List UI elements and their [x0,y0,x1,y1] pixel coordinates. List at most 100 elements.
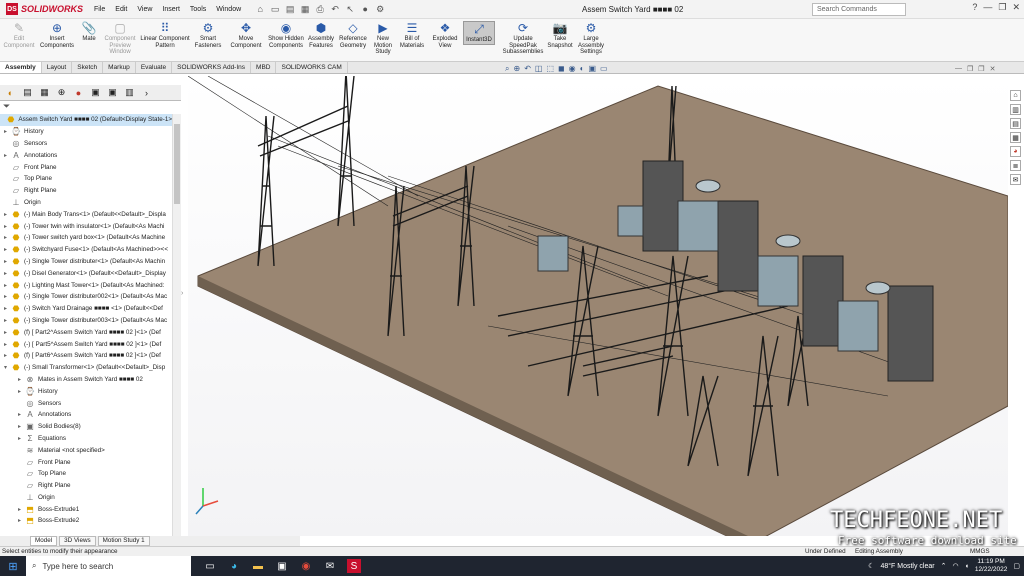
menu-edit[interactable]: Edit [110,6,132,13]
tree-item[interactable]: ▸ ⬣ (f) [ Part6^Assem Switch Yard ■■■■ 02 … [0,350,172,362]
cam-operation-tree-icon[interactable]: ▣ [106,87,119,99]
apply-scene-icon[interactable]: ▣ [588,64,596,74]
clock[interactable]: 11:19 PM 12/22/2022 [975,558,1008,574]
tree-expand-icon[interactable]: ▸ [4,211,11,218]
tree-item[interactable]: ▸ ⬣ (-) Lighting Mast Tower<1> (Default<As… [0,279,172,291]
network-icon[interactable]: ◠ [952,562,958,570]
tree-item[interactable]: ▸ ⬒ Boss-Extrude1 [0,503,172,515]
move-component-button[interactable]: ✥ Move Component [226,21,266,49]
tree-expand-icon[interactable]: ▸ [18,376,25,383]
propertymanager-icon[interactable]: ▤ [21,87,34,99]
tree-expand-icon[interactable]: ▸ [4,258,11,265]
tree-expand-icon[interactable]: ▸ [18,411,25,418]
tree-item[interactable]: ⊥ Origin [0,492,172,504]
tree-item[interactable]: ▸ ⬣ (-) Single Tower distributer003<1> (De… [0,315,172,327]
tree-expand-icon[interactable]: ▸ [4,246,11,253]
tree-item[interactable]: ▸ A Annotations [0,409,172,421]
tree-expand-icon[interactable]: ▸ [4,305,11,312]
undo-icon[interactable]: ↶ [329,3,341,15]
large-assembly-button[interactable]: ⚙ Large Assembly Settings [576,21,606,56]
file-explorer-icon[interactable]: ▤ [1010,118,1021,129]
assembly-features-button[interactable]: ⬢ Assembly Features [306,21,336,49]
tree-expand-icon[interactable]: ▸ [18,435,25,442]
tab-evaluate[interactable]: Evaluate [136,62,173,73]
menu-window[interactable]: Window [211,6,246,13]
tree-expand-icon[interactable]: ▸ [18,517,25,524]
tree-item[interactable]: ▾ ⬣ (-) Small Transformer<1> (Default<<Def… [0,362,172,374]
rebuild-icon[interactable]: ● [359,3,371,15]
display-style-icon[interactable]: ◼ [558,64,565,74]
bom-button[interactable]: ☰ Bill of Materials [398,21,426,49]
hide-show-icon[interactable]: ◉ [569,64,576,74]
featuremanager-tree-icon[interactable]: ◐ [4,87,17,99]
tree-item[interactable]: ▸ Σ Equations [0,433,172,445]
viewport-close-icon[interactable]: ✕ [990,65,996,73]
solidworks-logo[interactable]: DS SOLIDWORKS [0,3,89,15]
solidworks-taskbar-icon[interactable]: S [347,559,361,573]
previous-view-icon[interactable]: ↶ [524,64,531,74]
tree-item[interactable]: ◎ Sensors [0,138,172,150]
viewport-minimize-icon[interactable]: — [955,65,962,73]
motion-study-button[interactable]: ▶ New Motion Study [370,21,396,56]
tree-filter[interactable]: ⏷ [0,101,181,114]
new-document-icon[interactable]: ▭ [269,3,281,15]
tree-item[interactable]: ▸ ⬣ (-) Tower switch yard box<1> (Default<… [0,232,172,244]
tab-layout[interactable]: Layout [42,62,73,73]
collapse-panel-icon[interactable]: › [181,290,183,297]
viewport-restore-icon[interactable]: ❐ [967,65,973,73]
tree-item[interactable]: ▱ Front Plane [0,161,172,173]
zoom-area-icon[interactable]: ⊕ [513,64,520,74]
select-icon[interactable]: ↖ [344,3,356,15]
tab-solidworks-cam[interactable]: SOLIDWORKS CAM [276,62,348,73]
tree-item[interactable]: ▸ ⬣ (f) [ Part2^Assem Switch Yard ■■■■ 02 … [0,326,172,338]
status-units[interactable]: MMGS [970,547,990,556]
show-hidden-button[interactable]: ◉ Show Hidden Components [268,21,304,49]
tree-item[interactable]: ▸ ⬣ (-) Single Tower distributer002<1> (De… [0,291,172,303]
restore-icon[interactable]: ❐ [998,2,1006,13]
tree-item[interactable]: ▸ ⬒ Boss-Extrude2 [0,515,172,527]
tree-item[interactable]: ▸ ⌚ History [0,385,172,397]
notifications-icon[interactable]: ▢ [1013,562,1020,570]
tree-item[interactable]: ▸ ⌚ History [0,126,172,138]
snapshot-button[interactable]: 📷 Take Snapshot [546,21,574,49]
cam-tools-icon[interactable]: ▥ [123,87,136,99]
smart-fasteners-button[interactable]: ⚙ Smart Fasteners [192,21,224,49]
tree-item[interactable]: ▱ Front Plane [0,456,172,468]
tree-expand-icon[interactable]: ▸ [4,293,11,300]
options-icon[interactable]: ⚙ [374,3,386,15]
tree-item[interactable]: ≋ Material <not specified> [0,444,172,456]
tree-expand-icon[interactable]: ▸ [4,128,11,135]
custom-properties-icon[interactable]: ≣ [1010,160,1021,171]
task-view-icon[interactable]: ▭ [203,559,217,573]
tree-root[interactable]: ⬣ Assem Switch Yard ■■■■ 02 (Default<Dis… [0,114,172,126]
reference-geometry-button[interactable]: ◇ Reference Geometry [338,21,368,49]
tree-item[interactable]: ▸ ⬣ (-) Single Tower distributer<1> (Defau… [0,256,172,268]
tree-item[interactable]: ▱ Right Plane [0,480,172,492]
tree-item[interactable]: ▸ ⬣ (-) Switchyard Fuse<1> (Default<As Mac… [0,244,172,256]
tree-scrollbar[interactable] [172,114,181,536]
tree-item[interactable]: ▸ ⊗ Mates in Assem Switch Yard ■■■■ 02 [0,374,172,386]
dimxpert-icon[interactable]: ⊕ [55,87,68,99]
tree-expand-icon[interactable]: ▸ [4,341,11,348]
graphics-area[interactable] [188,76,1008,536]
display-manager-icon[interactable]: ● [72,87,85,99]
view-settings-icon[interactable]: ▭ [600,64,608,74]
windows-start-icon[interactable]: ⊞ [0,556,26,576]
menu-tools[interactable]: Tools [185,6,211,13]
view-palette-icon[interactable]: ▦ [1010,132,1021,143]
tray-chevron-icon[interactable]: ⌃ [941,562,947,570]
tree-expand-icon[interactable]: ▸ [4,352,11,359]
minimize-icon[interactable]: — [983,2,992,13]
speedpak-button[interactable]: ⟳ Update SpeedPak Subassemblies [502,21,544,56]
tree-item[interactable]: ▸ ⬣ (-) Main Body Trans<1> (Default<<Defau… [0,208,172,220]
bottom-tab-motion-study-1[interactable]: Motion Study 1 [97,536,150,546]
tree-expand-icon[interactable]: ▸ [18,506,25,513]
exploded-view-button[interactable]: ❖ Exploded View [428,21,462,49]
tree-item[interactable]: ▸ A Annotations [0,149,172,161]
solidworks-resources-icon[interactable]: ⌂ [1010,90,1021,101]
configurationmanager-icon[interactable]: ▦ [38,87,51,99]
tree-item[interactable]: ◎ Sensors [0,397,172,409]
instant3d-button[interactable]: ⤢ Instant3D [463,21,495,45]
tree-item[interactable]: ▱ Top Plane [0,468,172,480]
mate-button[interactable]: 📎 Mate [78,21,100,43]
